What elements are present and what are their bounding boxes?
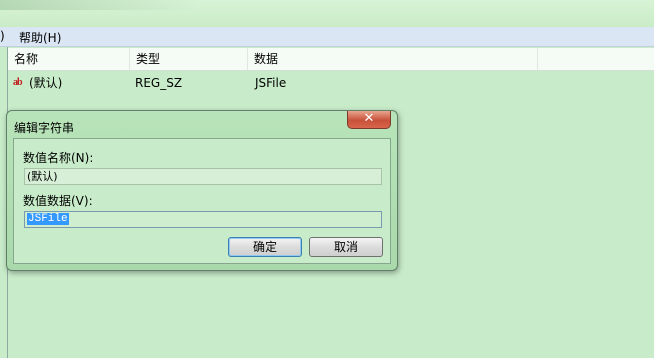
value-data-label: 数值数据(V): — [23, 194, 93, 208]
dialog-title: 编辑字符串 — [14, 121, 75, 135]
edit-string-dialog: 编辑字符串 ✕ 数值名称(N): (默认) 数值数据(V): JSFile 确定… — [6, 110, 398, 271]
dialog-body: 数值名称(N): (默认) 数值数据(V): JSFile 确定 取消 — [13, 138, 391, 264]
column-header-name[interactable]: 名称 — [8, 48, 130, 70]
close-icon: ✕ — [363, 111, 375, 126]
menu-item-help[interactable]: 帮助(H) — [19, 29, 61, 46]
cancel-button[interactable]: 取消 — [309, 237, 383, 257]
blurred-title-text — [0, 0, 200, 10]
menu-bar: ) 帮助(H) — [0, 27, 654, 47]
list-header: 名称 类型 数据 — [8, 48, 654, 71]
value-data-input[interactable]: JSFile — [24, 211, 382, 228]
ok-button[interactable]: 确定 — [228, 237, 302, 257]
close-button[interactable]: ✕ — [347, 111, 391, 129]
window-title-bar — [0, 0, 654, 28]
value-name: (默认) — [29, 76, 63, 90]
string-value-icon: ab — [13, 77, 23, 88]
menu-item-truncated[interactable]: ) — [0, 29, 5, 43]
column-header-type[interactable]: 类型 — [130, 48, 248, 70]
column-header-data[interactable]: 数据 — [248, 48, 538, 70]
selected-text: JSFile — [27, 213, 69, 225]
value-data: JSFile — [255, 76, 287, 90]
value-name-label: 数值名称(N): — [23, 151, 94, 165]
value-type: REG_SZ — [135, 76, 183, 90]
value-name-field: (默认) — [24, 168, 382, 185]
list-item[interactable]: ab (默认) REG_SZ JSFile — [8, 72, 654, 94]
